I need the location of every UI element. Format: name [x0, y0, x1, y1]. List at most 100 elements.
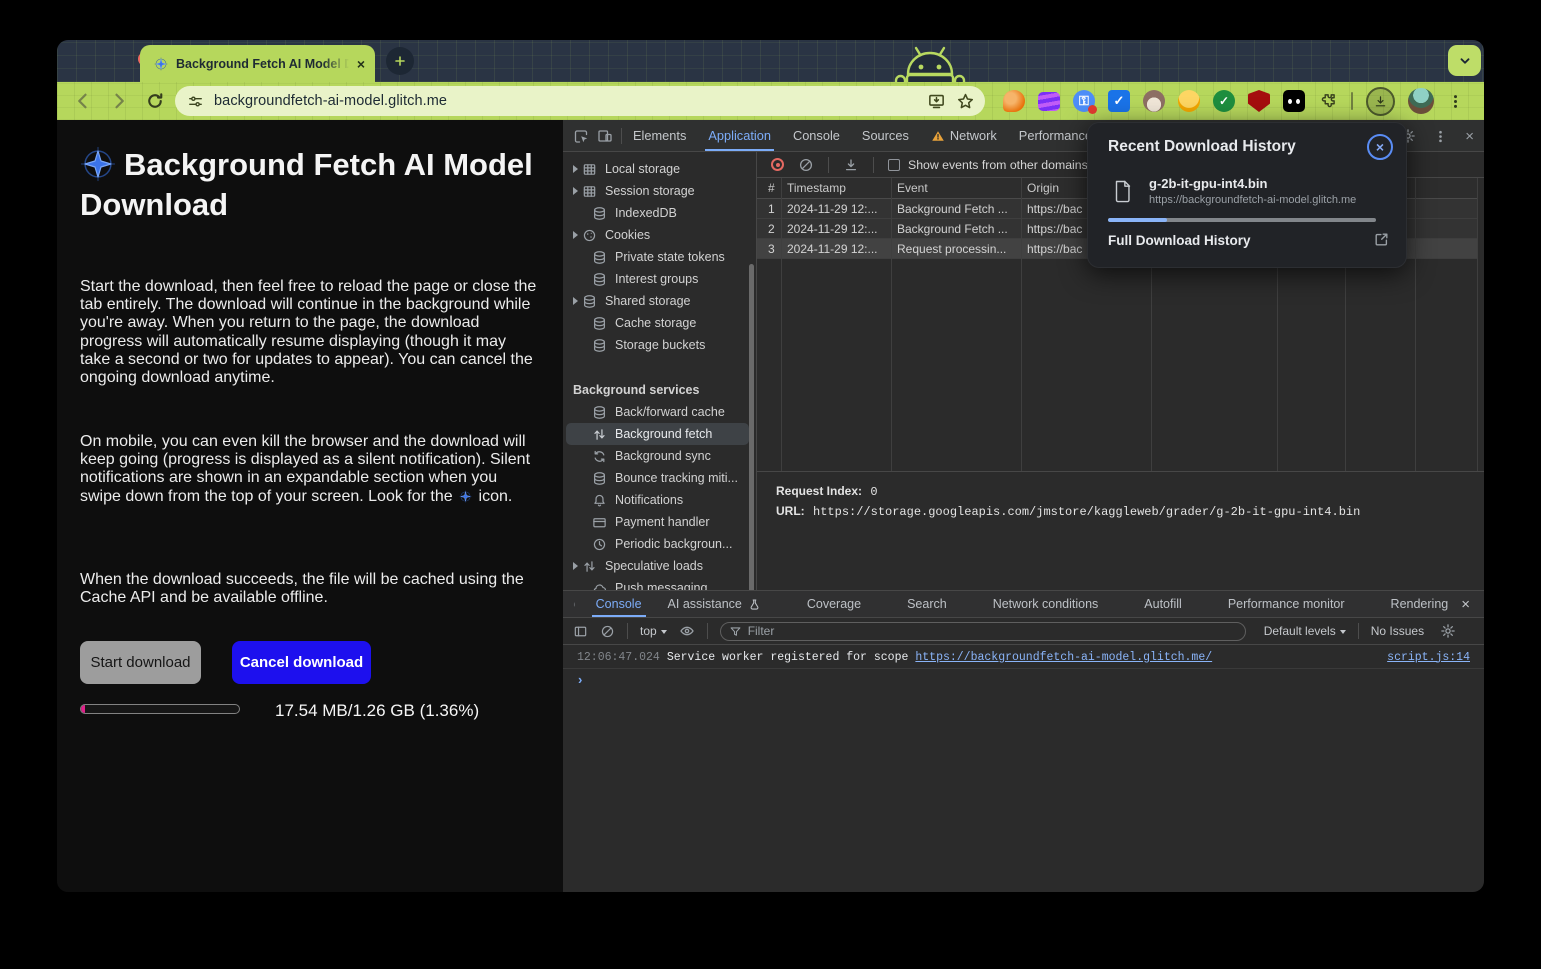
- expand-arrow-icon[interactable]: [573, 165, 578, 173]
- omnibox[interactable]: backgroundfetch-ai-model.glitch.me: [175, 86, 985, 116]
- download-progress-bar: [80, 704, 240, 714]
- start-download-button[interactable]: Start download: [80, 641, 201, 684]
- device-toolbar-icon[interactable]: [597, 128, 613, 144]
- expand-arrow-icon[interactable]: [573, 297, 578, 305]
- cancel-download-button[interactable]: Cancel download: [232, 641, 371, 684]
- sidebar-item-interest-groups[interactable]: Interest groups: [563, 268, 757, 290]
- tab-elements[interactable]: Elements: [622, 120, 697, 151]
- clear-icon[interactable]: [798, 157, 814, 173]
- sidebar-item-cookies[interactable]: Cookies: [563, 224, 757, 246]
- back-button[interactable]: [73, 91, 93, 111]
- drawer-tab-rendering[interactable]: Rendering: [1378, 591, 1462, 617]
- bookmark-star-icon[interactable]: [956, 92, 975, 111]
- toolbar-separator: [707, 623, 708, 639]
- full-download-history-link[interactable]: Full Download History: [1108, 233, 1251, 248]
- record-button[interactable]: [771, 158, 784, 171]
- col-event[interactable]: Event: [897, 178, 1022, 198]
- drawer-menu-kebab-icon[interactable]: [572, 597, 577, 612]
- console-prompt-chevron[interactable]: ›: [578, 672, 582, 687]
- expand-arrow-icon[interactable]: [573, 562, 578, 570]
- tab-sources[interactable]: Sources: [851, 120, 920, 151]
- sidebar-item-private-state-tokens[interactable]: Private state tokens: [563, 246, 757, 268]
- sidebar-item-shared-storage[interactable]: Shared storage: [563, 290, 757, 312]
- extension-stack-icon[interactable]: [1038, 92, 1060, 111]
- col-timestamp[interactable]: Timestamp: [787, 178, 892, 198]
- drawer-tab-network-conditions[interactable]: Network conditions: [980, 591, 1112, 617]
- col-num[interactable]: #: [768, 178, 784, 198]
- clear-console-icon[interactable]: [600, 624, 615, 639]
- show-events-checkbox[interactable]: [888, 159, 900, 171]
- devtools-close-icon[interactable]: ×: [1465, 128, 1474, 145]
- sidebar-item-cache-storage[interactable]: Cache storage: [563, 312, 757, 334]
- sidebar-item-speculative-loads[interactable]: Speculative loads: [563, 555, 757, 577]
- console-scope-link[interactable]: https://backgroundfetch-ai-model.glitch.…: [915, 651, 1212, 664]
- drawer-tab-performance-monitor[interactable]: Performance monitor: [1215, 591, 1358, 617]
- devtools-menu-kebab-icon[interactable]: [1433, 129, 1448, 144]
- inline-sparkle-icon: [459, 490, 472, 503]
- database-icon: [592, 316, 607, 331]
- console-source-link[interactable]: script.js:14: [1387, 651, 1470, 664]
- sidebar-item-storage-buckets[interactable]: Storage buckets: [563, 334, 757, 356]
- expand-arrow-icon[interactable]: [573, 187, 578, 195]
- extension-badge: [1088, 105, 1097, 114]
- install-app-icon[interactable]: [927, 92, 946, 111]
- extension-key-icon[interactable]: ⚿: [1073, 90, 1095, 112]
- browser-menu-kebab-icon[interactable]: [1447, 93, 1464, 110]
- drawer-tab-search[interactable]: Search: [894, 591, 960, 617]
- tab-close-icon[interactable]: ×: [357, 56, 365, 72]
- inspect-element-icon[interactable]: [573, 128, 589, 144]
- extension-worker-icon[interactable]: [1178, 90, 1200, 112]
- log-levels-dropdown[interactable]: Default levels: [1264, 624, 1346, 638]
- download-file-name[interactable]: g-2b-it-gpu-int4.bin: [1149, 176, 1267, 191]
- sidebar-item-payment-handler[interactable]: Payment handler: [563, 511, 757, 533]
- profile-avatar[interactable]: [1408, 88, 1434, 114]
- popup-close-button[interactable]: ×: [1367, 134, 1393, 160]
- extension-shield-red-icon[interactable]: [1248, 90, 1270, 112]
- extension-squirrel-icon[interactable]: [1003, 90, 1025, 112]
- drawer-tab-coverage[interactable]: Coverage: [794, 591, 874, 617]
- sidebar-item-notifications[interactable]: Notifications: [563, 489, 757, 511]
- save-events-icon[interactable]: [843, 157, 859, 173]
- drawer-tab-ai-assistance[interactable]: AI assistance: [655, 591, 774, 617]
- tab-console[interactable]: Console: [782, 120, 851, 151]
- downloads-button-active[interactable]: [1366, 87, 1395, 116]
- context-selector[interactable]: top: [640, 624, 667, 638]
- site-settings-icon[interactable]: [187, 93, 204, 110]
- console-filter-input[interactable]: Filter: [720, 622, 1246, 641]
- sidebar-item-session-storage[interactable]: Session storage: [563, 180, 757, 202]
- live-expression-eye-icon[interactable]: [679, 623, 695, 639]
- window-titlebar: Background Fetch AI Model D ×: [57, 40, 1484, 82]
- drawer-tab-console[interactable]: Console: [583, 591, 655, 617]
- sidebar-item-back-forward-cache[interactable]: Back/forward cache: [563, 401, 757, 423]
- forward-button[interactable]: [109, 91, 129, 111]
- tab-network[interactable]: Network: [920, 120, 1008, 151]
- extension-verified-green-icon[interactable]: ✓: [1213, 90, 1235, 112]
- tab-application[interactable]: Application: [697, 120, 782, 151]
- drawer-tab-autofill[interactable]: Autofill: [1131, 591, 1195, 617]
- extension-monkey-icon[interactable]: [1143, 90, 1165, 112]
- popup-progress-fill: [1108, 218, 1167, 222]
- extensions-puzzle-icon[interactable]: [1318, 91, 1338, 111]
- sidebar-item-background-sync[interactable]: Background sync: [563, 445, 757, 467]
- extension-dark-reader-icon[interactable]: [1283, 90, 1305, 112]
- tab-search-chevron-button[interactable]: [1448, 45, 1481, 76]
- extension-check-blue-icon[interactable]: ✓: [1108, 90, 1130, 112]
- new-tab-button[interactable]: [386, 47, 414, 75]
- url-text[interactable]: backgroundfetch-ai-model.glitch.me: [214, 93, 917, 109]
- sidebar-item-background-fetch-selected[interactable]: Background fetch: [563, 423, 757, 445]
- sidebar-item-local-storage[interactable]: Local storage: [563, 158, 757, 180]
- sidebar-item-indexeddb[interactable]: IndexedDB: [563, 202, 757, 224]
- grid-line: [1477, 178, 1478, 471]
- console-settings-gear-icon[interactable]: [1440, 623, 1456, 639]
- sidebar-item-periodic-background-sync[interactable]: Periodic backgroun...: [563, 533, 757, 555]
- issues-counter[interactable]: No Issues: [1371, 624, 1424, 638]
- browser-tab-active[interactable]: Background Fetch AI Model D ×: [140, 45, 375, 82]
- expand-arrow-icon[interactable]: [573, 231, 578, 239]
- toolbar-separator: [1351, 92, 1353, 110]
- external-link-icon[interactable]: [1373, 231, 1390, 248]
- sidebar-item-push-messaging[interactable]: Push messaging: [563, 577, 757, 590]
- drawer-close-icon[interactable]: ×: [1461, 596, 1470, 613]
- reload-button[interactable]: [145, 91, 165, 111]
- sidebar-item-bounce-tracking[interactable]: Bounce tracking miti...: [563, 467, 757, 489]
- console-sidebar-toggle-icon[interactable]: [573, 624, 588, 639]
